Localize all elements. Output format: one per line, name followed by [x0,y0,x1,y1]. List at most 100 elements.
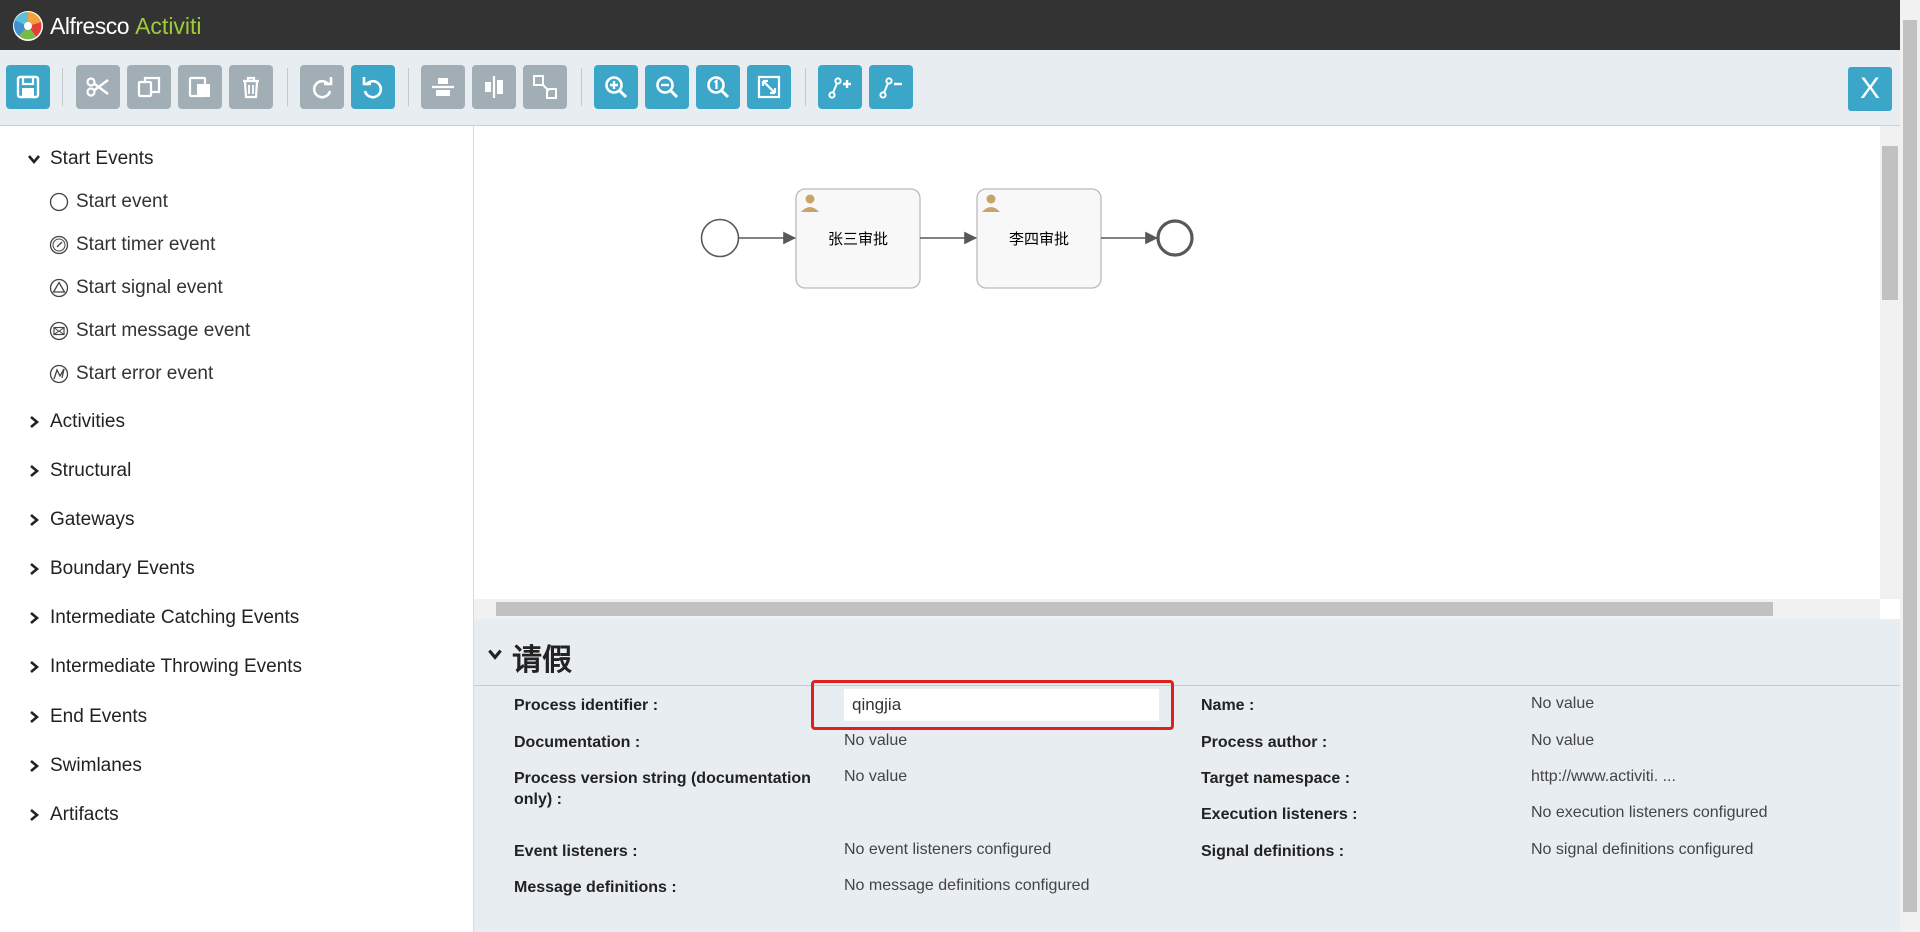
page-vertical-scroll-thumb[interactable] [1903,20,1917,912]
execution-listeners-value[interactable]: No execution listeners configured [1531,802,1768,823]
palette-group-label: Start Events [50,148,154,169]
toolbar-separator [581,68,582,106]
undo-button[interactable] [351,65,395,109]
add-bendpoint-button[interactable] [818,65,862,109]
palette-group-label: Structural [50,460,132,481]
alfresco-logo-icon [13,11,43,41]
palette-group-label: Intermediate Throwing Events [50,656,303,677]
palette-group-start-events[interactable]: Start Events [26,148,154,170]
task-label: 李四审批 [1008,231,1069,248]
event-listeners-value[interactable]: No event listeners configured [844,839,1051,860]
save-button[interactable] [6,65,50,109]
zoom-actual-button[interactable] [696,65,740,109]
palette-group-structural[interactable]: Structural [26,460,131,482]
palette-item-start-error-event[interactable]: Start error event [49,363,213,385]
start-event-shape[interactable] [700,218,740,258]
target-namespace-value[interactable]: http://www.activiti. ... [1531,766,1676,787]
highlight-annotation-box [811,680,1174,730]
palette-group-label: Swimlanes [50,755,142,776]
message-icon [49,321,69,341]
palette-group-label: Activities [50,411,125,432]
name-label: Name : [1201,697,1255,714]
end-event-shape[interactable] [1156,219,1194,257]
palette-item-start-event[interactable]: Start event [49,191,168,213]
zoom-fit-button[interactable] [747,65,791,109]
toolbar-separator [287,68,288,106]
palette-item-label: Start event [76,191,168,212]
align-vertical-button[interactable] [472,65,516,109]
palette-item-start-message-event[interactable]: Start message event [49,320,250,342]
palette-item-start-signal-event[interactable]: Start signal event [49,277,223,299]
chevron-down-icon [488,649,502,660]
palette-group-activities[interactable]: Activities [26,411,125,433]
name-value[interactable]: No value [1531,693,1594,714]
zoom-fit-icon [757,75,781,99]
palette-group-label: Intermediate Catching Events [50,607,300,628]
zoom-out-button[interactable] [645,65,689,109]
palette-group-label: Artifacts [50,804,119,825]
palette-group-end-events[interactable]: End Events [26,706,147,728]
redo-button[interactable] [300,65,344,109]
error-icon [49,364,69,384]
palette-group-boundary-events[interactable]: Boundary Events [26,558,195,580]
properties-header[interactable]: 请假 [474,619,1900,686]
redo-icon [312,77,333,99]
documentation-value[interactable]: No value [844,730,907,751]
align-vertical-icon [485,76,503,98]
chevron-right-icon [30,760,40,772]
save-icon [16,75,40,99]
align-horizontal-button[interactable] [421,65,465,109]
remove-bendpoint-button[interactable] [869,65,913,109]
align-horizontal-icon [432,78,454,96]
zoom-in-button[interactable] [594,65,638,109]
signal-definitions-value[interactable]: No signal definitions configured [1531,839,1753,860]
zoom-actual-icon [707,76,730,99]
copy-button[interactable] [127,65,171,109]
cut-button[interactable] [76,65,120,109]
toolbar [0,50,1900,126]
product-name: Activiti [135,12,202,39]
brand-name: Alfresco [50,12,130,39]
zoom-in-icon [605,76,628,99]
canvas-vertical-scroll-thumb[interactable] [1882,146,1898,300]
remove-bendpoint-icon [879,77,902,99]
canvas-horizontal-scroll-thumb[interactable] [496,602,1773,616]
diagram-canvas[interactable]: 张三审批 李四审批 [474,126,1880,599]
process-author-label: Process author : [1201,734,1328,751]
palette-group-intermediate-catching-events[interactable]: Intermediate Catching Events [26,607,299,629]
palette-group-gateways[interactable]: Gateways [26,509,134,531]
properties-panel: 请假 Process identifier : Documentation : … [474,619,1900,932]
scissors-icon [86,77,109,97]
add-bendpoint-icon [828,77,851,99]
palette-item-start-timer-event[interactable]: Start timer event [49,234,215,256]
message-definitions-value[interactable]: No message definitions configured [844,875,1089,896]
palette-group-swimlanes[interactable]: Swimlanes [26,755,142,777]
task-label: 张三审批 [827,231,888,248]
execution-listeners-label: Execution listeners : [1201,806,1358,823]
version-value[interactable]: No value [844,766,907,787]
chevron-right-icon [30,809,40,821]
signal-definitions-label: Signal definitions : [1201,843,1345,860]
toolbar-separator [62,68,63,106]
palette-item-label: Start message event [76,320,251,341]
process-identifier-label: Process identifier : [514,697,659,714]
same-size-button[interactable] [523,65,567,109]
timer-icon [49,235,69,255]
delete-button[interactable] [229,65,273,109]
process-name-title: 请假 [512,644,572,677]
palette-item-label: Start timer event [76,234,216,255]
version-label: Process version string (documentation on… [514,770,811,808]
same-size-icon [533,75,557,99]
close-editor-button[interactable]: X [1848,67,1892,111]
palette-group-intermediate-throwing-events[interactable]: Intermediate Throwing Events [26,656,302,678]
palette-group-artifacts[interactable]: Artifacts [26,804,119,826]
process-author-value[interactable]: No value [1531,730,1594,751]
toolbar-separator [408,68,409,106]
paste-button[interactable] [178,65,222,109]
palette-group-label: Boundary Events [50,558,195,579]
paste-icon [188,76,210,98]
app-logo: Alfresco Activiti [12,10,202,42]
target-namespace-label: Target namespace : [1201,770,1351,787]
app-header: Alfresco Activiti [0,0,1900,50]
chevron-right-icon [30,514,40,526]
